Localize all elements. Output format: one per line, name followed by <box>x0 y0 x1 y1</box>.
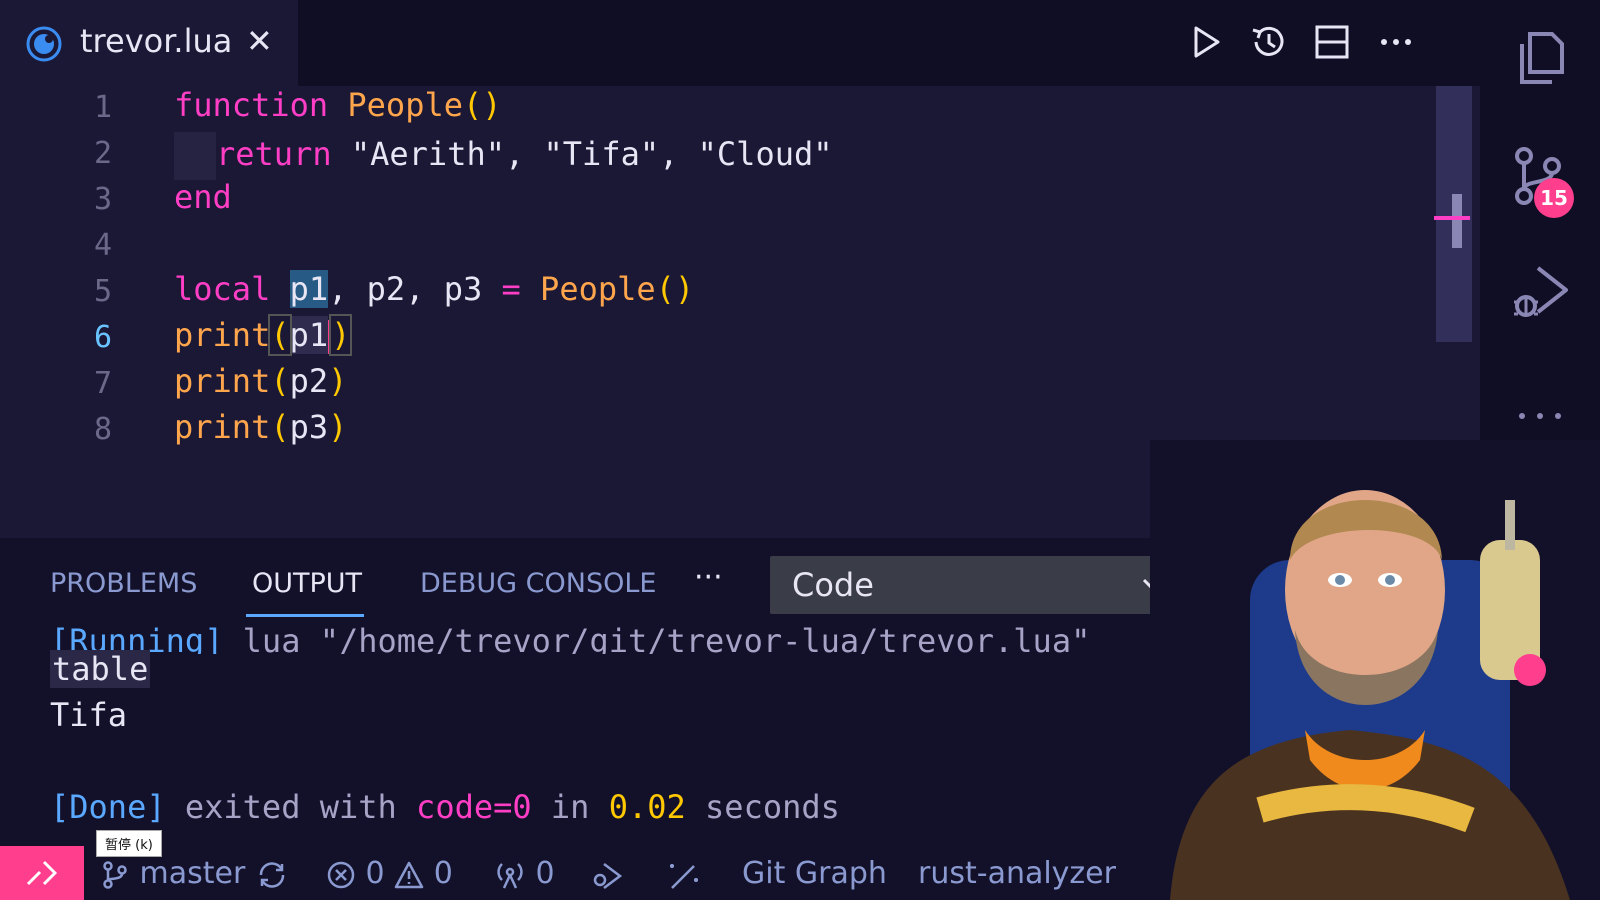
pause-tooltip: 暂停 (k) <box>96 830 162 857</box>
branch-name: master <box>139 856 246 891</box>
split-editor-icon[interactable] <box>1312 22 1352 62</box>
panel-more-icon[interactable]: ··· <box>694 560 723 595</box>
remote-icon <box>26 860 58 886</box>
debug-launch-indicator[interactable] <box>590 856 624 891</box>
output-line: table <box>50 650 151 688</box>
timeline-history-icon[interactable] <box>1248 22 1288 62</box>
branch-indicator[interactable]: master <box>100 856 289 891</box>
more-views-icon[interactable] <box>1508 384 1572 448</box>
remote-indicator[interactable] <box>0 846 84 900</box>
warning-icon <box>394 861 424 888</box>
rust-analyzer-status[interactable]: rust-analyzer <box>918 856 1116 891</box>
broadcast-icon <box>497 862 523 889</box>
line-number: 3 <box>93 182 112 217</box>
scrollbar-thumb[interactable] <box>1452 194 1462 248</box>
tab-title: trevor.lua <box>80 22 233 60</box>
code-line-7: print(p2) <box>174 362 348 400</box>
code-line-5: local p1, p2, p3 = People() <box>174 270 695 308</box>
line-number: 8 <box>93 412 112 447</box>
code-line-2: return "Aerith", "Tifa", "Cloud" <box>174 132 833 180</box>
code-line-6: print(p1) <box>174 314 353 356</box>
webcam-overlay <box>1150 440 1600 900</box>
sync-icon[interactable] <box>255 860 289 890</box>
line-number-active: 6 <box>93 320 112 355</box>
problems-indicator[interactable]: 0 0 <box>326 856 453 891</box>
output-channel-select[interactable]: Code <box>770 556 1192 614</box>
copilot-indicator[interactable] <box>666 856 702 891</box>
line-number: 7 <box>93 366 112 401</box>
output-channel-value: Code <box>792 566 874 604</box>
magic-wand-icon <box>670 863 698 889</box>
lua-file-icon <box>26 26 62 62</box>
scrollbar-cursor-marker <box>1434 216 1470 220</box>
run-and-debug-icon[interactable] <box>1508 262 1572 326</box>
line-number: 2 <box>93 136 112 171</box>
run-icon[interactable] <box>1186 22 1226 62</box>
code-line-8: print(p3) <box>174 408 348 446</box>
explorer-files-icon[interactable] <box>1508 26 1572 90</box>
warning-count: 0 <box>433 856 453 891</box>
tab-bar: trevor.lua ✕ <box>0 0 1480 86</box>
code-line-1: function People() <box>174 86 502 124</box>
output-line: Tifa <box>50 696 128 734</box>
debug-run-icon <box>593 862 623 889</box>
source-control-badge: 15 <box>1534 178 1574 218</box>
code-line-3: end <box>174 178 232 216</box>
git-graph-button[interactable]: Git Graph <box>742 856 887 891</box>
line-number: 5 <box>93 274 112 309</box>
editor-tab[interactable]: trevor.lua ✕ <box>0 0 298 86</box>
active-tab-indicator <box>246 614 364 617</box>
line-number: 1 <box>93 90 112 125</box>
tab-output[interactable]: OUTPUT <box>252 568 362 599</box>
selection-highlight: p1 <box>289 270 329 308</box>
output-line-done: [Done] exited with code=0 in 0.02 second… <box>50 788 840 826</box>
tab-debug-console[interactable]: DEBUG CONSOLE <box>420 568 656 599</box>
tab-problems[interactable]: PROBLEMS <box>50 568 197 599</box>
close-icon[interactable]: ✕ <box>246 22 273 60</box>
line-number: 4 <box>93 228 112 263</box>
ports-indicator[interactable]: 0 <box>494 856 555 891</box>
error-count: 0 <box>365 856 385 891</box>
more-actions-icon[interactable] <box>1376 22 1416 62</box>
ports-count: 0 <box>535 856 555 891</box>
error-icon <box>327 861 355 888</box>
git-branch-icon <box>103 860 127 889</box>
output-line-running: [Running] lua "/home/trevor/git/trevor-l… <box>50 622 1091 654</box>
